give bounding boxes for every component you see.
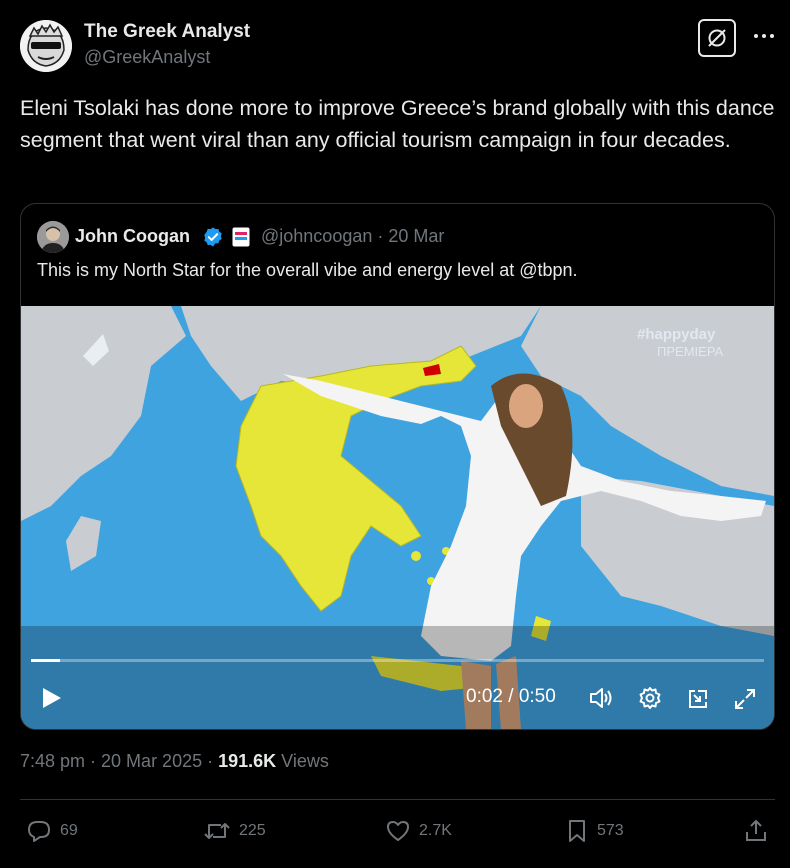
grok-icon: [708, 29, 726, 47]
video-frame: [21, 306, 774, 729]
author-display-name[interactable]: The Greek Analyst: [84, 21, 250, 43]
repost-count: 225: [239, 822, 266, 839]
mute-button[interactable]: [588, 685, 614, 711]
grok-button[interactable]: [698, 19, 736, 57]
author-avatar[interactable]: [20, 20, 72, 72]
play-icon: [43, 688, 61, 708]
pip-button[interactable]: [685, 686, 711, 712]
play-button[interactable]: [39, 686, 63, 710]
video-player[interactable]: #happyday ΠΡΕΜΙΕΡΑ 0:02 / 0:50: [21, 306, 774, 729]
tweet-text: Eleni Tsolaki has done more to improve G…: [20, 96, 775, 152]
video-watermark-sub: ΠΡΕΜΙΕΡΑ: [657, 344, 724, 359]
picture-in-picture-icon: [689, 690, 707, 708]
quoted-author-handle-date[interactable]: @johncoogan · 20 Mar: [261, 226, 444, 247]
reply-icon: [28, 821, 50, 842]
repost-button[interactable]: 225: [203, 818, 266, 844]
repost-icon: [204, 823, 230, 839]
tweet-meta: 7:48 pm · 20 Mar 2025 · 191.6K Views: [20, 751, 329, 772]
quoted-tweet-text: This is my North Star for the overall vi…: [37, 260, 578, 280]
video-watermark: #happyday: [637, 326, 716, 343]
author-handle[interactable]: @GreekAnalyst: [84, 47, 210, 68]
quoted-tweet-card[interactable]: John Coogan @johncoogan · 20 Mar This is…: [20, 203, 775, 730]
like-button[interactable]: 2.7K: [385, 818, 452, 844]
like-count: 2.7K: [419, 822, 452, 839]
volume-icon: [590, 688, 612, 708]
reply-count: 69: [60, 822, 78, 839]
share-button[interactable]: [743, 818, 777, 844]
gear-icon: [639, 687, 661, 709]
quoted-author-avatar[interactable]: [37, 221, 69, 253]
video-timeline[interactable]: [31, 659, 764, 662]
fullscreen-button[interactable]: [732, 686, 758, 712]
divider: [20, 799, 775, 800]
affiliate-badge-icon: [232, 227, 250, 247]
share-icon: [746, 820, 766, 841]
view-count: 191.6K: [218, 751, 277, 771]
more-icon: [754, 34, 774, 38]
expand-icon: [735, 689, 755, 709]
verified-badge-icon: [202, 226, 224, 248]
bookmark-icon: [569, 820, 585, 842]
video-timecode: 0:02 / 0:50: [466, 686, 556, 707]
quoted-author-display-name[interactable]: John Coogan: [75, 226, 190, 247]
settings-button[interactable]: [637, 685, 663, 711]
bookmark-button[interactable]: 573: [565, 818, 624, 844]
heart-icon: [387, 821, 409, 841]
more-options-button[interactable]: [750, 22, 778, 50]
bookmark-count: 573: [597, 822, 624, 839]
views-label: Views: [276, 751, 329, 771]
reply-button[interactable]: 69: [26, 818, 78, 844]
video-progress-fill: [31, 659, 61, 662]
tweet-timestamp[interactable]: 7:48 pm · 20 Mar 2025 ·: [20, 751, 218, 771]
